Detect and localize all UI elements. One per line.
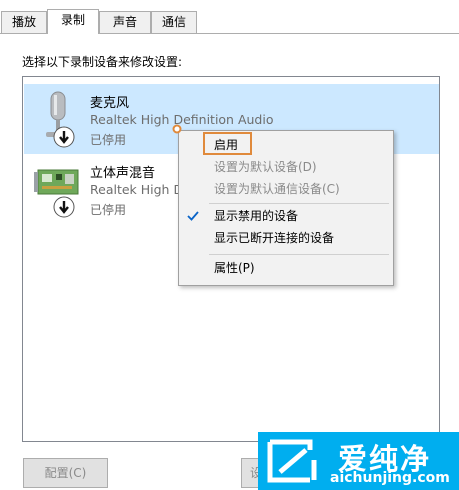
menu-item-enable[interactable]: 启用	[179, 134, 393, 156]
microphone-icon	[46, 91, 75, 148]
context-menu: 启用 设置为默认设备(D) 设置为默认通信设备(C) 显示禁用的设备 显示已断开…	[178, 130, 394, 286]
watermark-logo: 爱纯净 aichunjing.com	[258, 432, 459, 490]
watermark-url: aichunjing.com	[330, 470, 450, 486]
checkmark-icon	[187, 211, 199, 221]
tab-sounds[interactable]: 声音	[99, 11, 151, 33]
instruction-label: 选择以下录制设备来修改设置:	[22, 55, 183, 69]
brand-logo-icon	[267, 439, 317, 483]
menu-item-set-default-comm[interactable]: 设置为默认通信设备(C)	[179, 178, 393, 200]
tab-communications[interactable]: 通信	[151, 11, 197, 33]
menu-separator	[209, 203, 389, 204]
device-status: 已停用	[90, 203, 127, 217]
cursor-dot-icon	[172, 124, 182, 134]
device-name: 立体声混音	[90, 166, 156, 181]
menu-item-show-disabled[interactable]: 显示禁用的设备	[179, 205, 393, 227]
configure-button[interactable]: 配置(C)	[23, 458, 108, 488]
menu-item-properties[interactable]: 属性(P)	[179, 257, 393, 279]
menu-item-set-default[interactable]: 设置为默认设备(D)	[179, 156, 393, 178]
sound-card-icon	[34, 169, 79, 218]
tab-recording[interactable]: 录制	[47, 9, 99, 34]
menu-separator	[209, 254, 389, 255]
device-driver: Realtek High De	[90, 182, 191, 197]
device-status: 已停用	[90, 133, 127, 147]
tab-playback[interactable]: 播放	[1, 11, 47, 33]
menu-item-show-disconnected[interactable]: 显示已断开连接的设备	[179, 227, 393, 249]
device-name: 麦克风	[90, 96, 130, 111]
tab-strip: 播放 录制 声音 通信	[0, 9, 459, 34]
